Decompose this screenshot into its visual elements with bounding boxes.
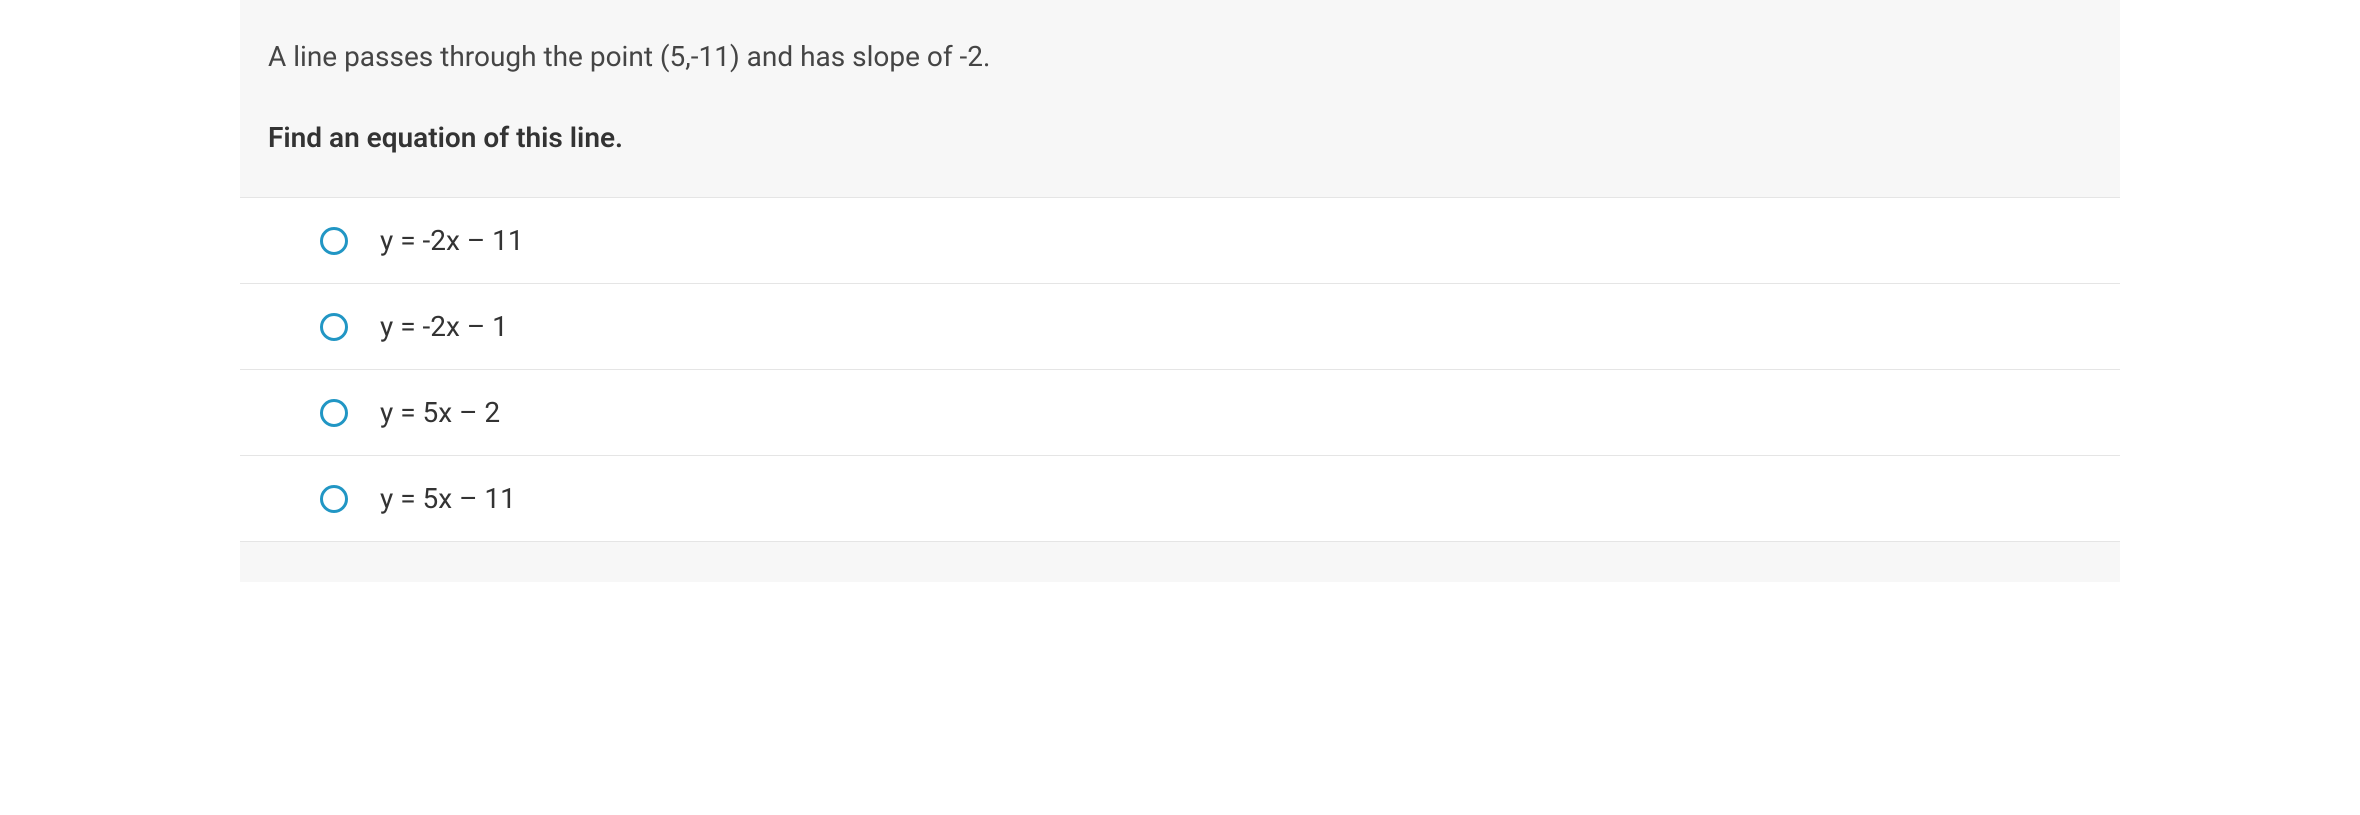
question-prompt: Find an equation of this line.	[268, 118, 2092, 157]
option-label: y = -2x – 11	[380, 224, 524, 257]
question-header: A line passes through the point (5,-11) …	[240, 0, 2120, 198]
radio-icon[interactable]	[320, 227, 348, 255]
radio-icon[interactable]	[320, 399, 348, 427]
option-label: y = 5x – 11	[380, 482, 516, 515]
radio-icon[interactable]	[320, 485, 348, 513]
question-text: A line passes through the point (5,-11) …	[268, 36, 2092, 78]
options-list: y = -2x – 11 y = -2x – 1 y = 5x – 2 y = …	[240, 198, 2120, 542]
radio-icon[interactable]	[320, 313, 348, 341]
quiz-container: A line passes through the point (5,-11) …	[0, 0, 2360, 582]
option-label: y = 5x – 2	[380, 396, 500, 429]
option-label: y = -2x – 1	[380, 310, 508, 343]
option-row-4[interactable]: y = 5x – 11	[240, 456, 2120, 542]
footer-bar	[240, 542, 2120, 582]
option-row-2[interactable]: y = -2x – 1	[240, 284, 2120, 370]
option-row-1[interactable]: y = -2x – 11	[240, 198, 2120, 284]
option-row-3[interactable]: y = 5x – 2	[240, 370, 2120, 456]
